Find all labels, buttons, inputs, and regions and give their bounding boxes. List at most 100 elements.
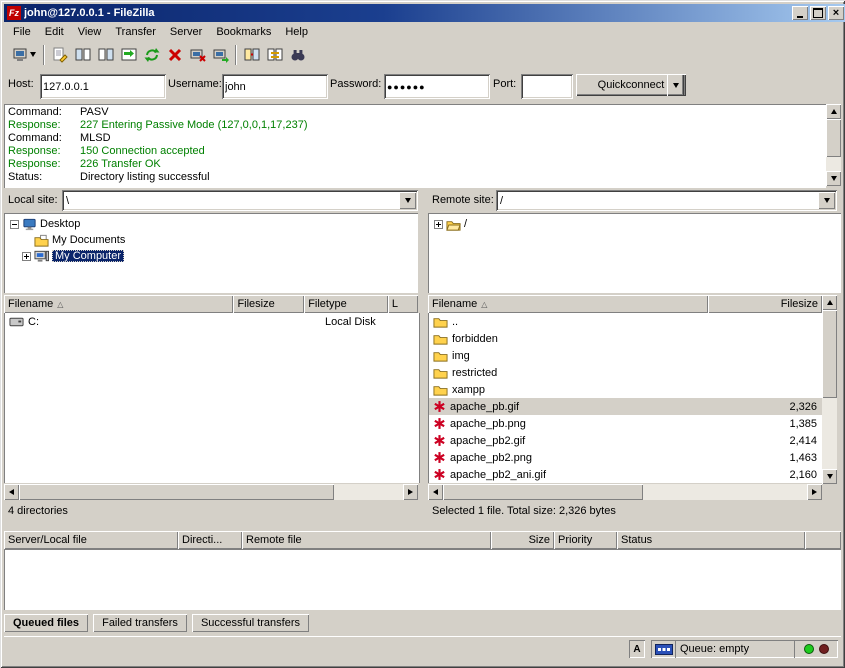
remote-list-hscrollbar[interactable]: [428, 484, 822, 500]
scroll-up-button[interactable]: [822, 295, 837, 310]
file-row[interactable]: C: Local Disk: [5, 313, 419, 330]
site-manager-button[interactable]: [8, 44, 40, 66]
file-name: ..: [452, 316, 458, 328]
file-row[interactable]: apache_pb2_ani.gif 2,160: [429, 466, 823, 483]
username-input[interactable]: [222, 74, 328, 99]
file-name: apache_pb2.gif: [450, 435, 525, 447]
file-row[interactable]: apache_pb2.png 1,463: [429, 449, 823, 466]
tab-queued-files[interactable]: Queued files: [4, 614, 88, 632]
toggle-transfer-queue-button[interactable]: [117, 44, 140, 66]
minimize-button[interactable]: [792, 6, 808, 20]
port-input[interactable]: [521, 74, 573, 99]
local-site-combo[interactable]: \: [62, 190, 418, 211]
tree-item-label-selected: My Computer: [52, 250, 124, 262]
menu-help[interactable]: Help: [278, 24, 315, 40]
menu-file[interactable]: File: [6, 24, 38, 40]
maximize-icon: [813, 8, 823, 18]
tree-item-desktop[interactable]: Desktop: [4, 216, 418, 232]
file-row[interactable]: xampp: [429, 381, 823, 398]
expand-icon[interactable]: [22, 252, 31, 261]
keypad-icon[interactable]: [651, 640, 677, 658]
tree-item-my-computer[interactable]: My Computer: [4, 248, 418, 264]
quickconnect-dropdown-button[interactable]: [667, 74, 684, 96]
column-header-size[interactable]: Size: [491, 531, 554, 549]
find-files-button[interactable]: [286, 44, 309, 66]
menu-view[interactable]: View: [71, 24, 109, 40]
password-input[interactable]: [384, 74, 490, 99]
file-row[interactable]: img: [429, 347, 823, 364]
scrollbar-thumb[interactable]: [826, 119, 841, 157]
scroll-down-button[interactable]: [826, 171, 841, 186]
maximize-button[interactable]: [810, 6, 826, 20]
column-header-filler: [805, 531, 841, 549]
transfer-type-icon[interactable]: A: [629, 640, 645, 658]
collapse-icon[interactable]: [10, 220, 19, 229]
column-header-remote-file[interactable]: Remote file: [242, 531, 491, 549]
column-header-filename[interactable]: Filename△: [428, 295, 708, 313]
file-row[interactable]: restricted: [429, 364, 823, 381]
scroll-left-button[interactable]: [4, 484, 19, 500]
column-header-filetype[interactable]: Filetype: [304, 295, 388, 313]
toggle-local-tree-button[interactable]: [71, 44, 94, 66]
file-size: 2,160: [707, 469, 823, 481]
column-header-priority[interactable]: Priority: [554, 531, 617, 549]
toggle-message-log-button[interactable]: [48, 44, 71, 66]
menu-transfer[interactable]: Transfer: [108, 24, 163, 40]
file-row[interactable]: forbidden: [429, 330, 823, 347]
local-tree-icon: [75, 47, 91, 63]
scrollbar-thumb[interactable]: [19, 484, 334, 500]
local-site-label: Local site:: [8, 194, 58, 206]
local-site-dropdown-button[interactable]: [399, 192, 416, 209]
column-header-server-local-file[interactable]: Server/Local file: [4, 531, 178, 549]
tree-item-my-documents[interactable]: My Documents: [4, 232, 418, 248]
file-row[interactable]: apache_pb.png 1,385: [429, 415, 823, 432]
cancel-operation-button[interactable]: [163, 44, 186, 66]
file-row[interactable]: apache_pb2.gif 2,414: [429, 432, 823, 449]
refresh-button[interactable]: [140, 44, 163, 66]
reconnect-button[interactable]: [209, 44, 232, 66]
tab-successful-transfers[interactable]: Successful transfers: [192, 614, 309, 632]
scroll-up-button[interactable]: [826, 104, 841, 119]
column-header-last-modified[interactable]: L: [388, 295, 418, 313]
synchronized-browsing-button[interactable]: [263, 44, 286, 66]
disconnect-button[interactable]: [186, 44, 209, 66]
menu-bookmarks[interactable]: Bookmarks: [209, 24, 278, 40]
column-header-filesize[interactable]: Filesize: [233, 295, 304, 313]
file-row-selected[interactable]: apache_pb.gif 2,326: [429, 398, 823, 415]
scroll-down-button[interactable]: [822, 469, 837, 484]
username-label: Username:: [168, 78, 222, 90]
host-input[interactable]: [40, 74, 166, 99]
scroll-right-button[interactable]: [807, 484, 822, 500]
title-bar[interactable]: Fz john@127.0.0.1 - FileZilla ×: [4, 4, 845, 22]
broken-image-icon: [433, 451, 446, 464]
directory-comparison-button[interactable]: [240, 44, 263, 66]
scrollbar-thumb[interactable]: [443, 484, 643, 500]
scrollbar-thumb[interactable]: [822, 310, 837, 398]
expand-icon[interactable]: [434, 220, 443, 229]
message-log-icon: [52, 47, 68, 63]
log-scrollbar[interactable]: [826, 104, 841, 186]
local-list-hscrollbar[interactable]: [4, 484, 418, 500]
file-size: 2,326: [707, 401, 823, 413]
column-header-status[interactable]: Status: [617, 531, 805, 549]
file-row[interactable]: ..: [429, 313, 823, 330]
scroll-left-button[interactable]: [428, 484, 443, 500]
scroll-right-button[interactable]: [403, 484, 418, 500]
tab-failed-transfers[interactable]: Failed transfers: [93, 614, 187, 632]
menu-edit[interactable]: Edit: [38, 24, 71, 40]
remote-list-scrollbar[interactable]: [822, 295, 837, 484]
toggle-remote-tree-button[interactable]: [94, 44, 117, 66]
broken-image-icon: [433, 400, 446, 413]
column-header-direction[interactable]: Directi...: [178, 531, 242, 549]
remote-site-dropdown-button[interactable]: [818, 192, 835, 209]
remote-site-combo[interactable]: /: [496, 190, 837, 211]
column-header-filesize[interactable]: Filesize: [708, 295, 822, 313]
toolbar: [4, 41, 845, 68]
directory-comparison-icon: [244, 47, 260, 63]
toolbar-separator: [235, 45, 237, 65]
my-documents-icon: [34, 234, 49, 247]
close-button[interactable]: ×: [828, 6, 844, 20]
tree-item-root[interactable]: /: [428, 216, 841, 232]
column-header-filename[interactable]: Filename△: [4, 295, 233, 313]
menu-server[interactable]: Server: [163, 24, 209, 40]
